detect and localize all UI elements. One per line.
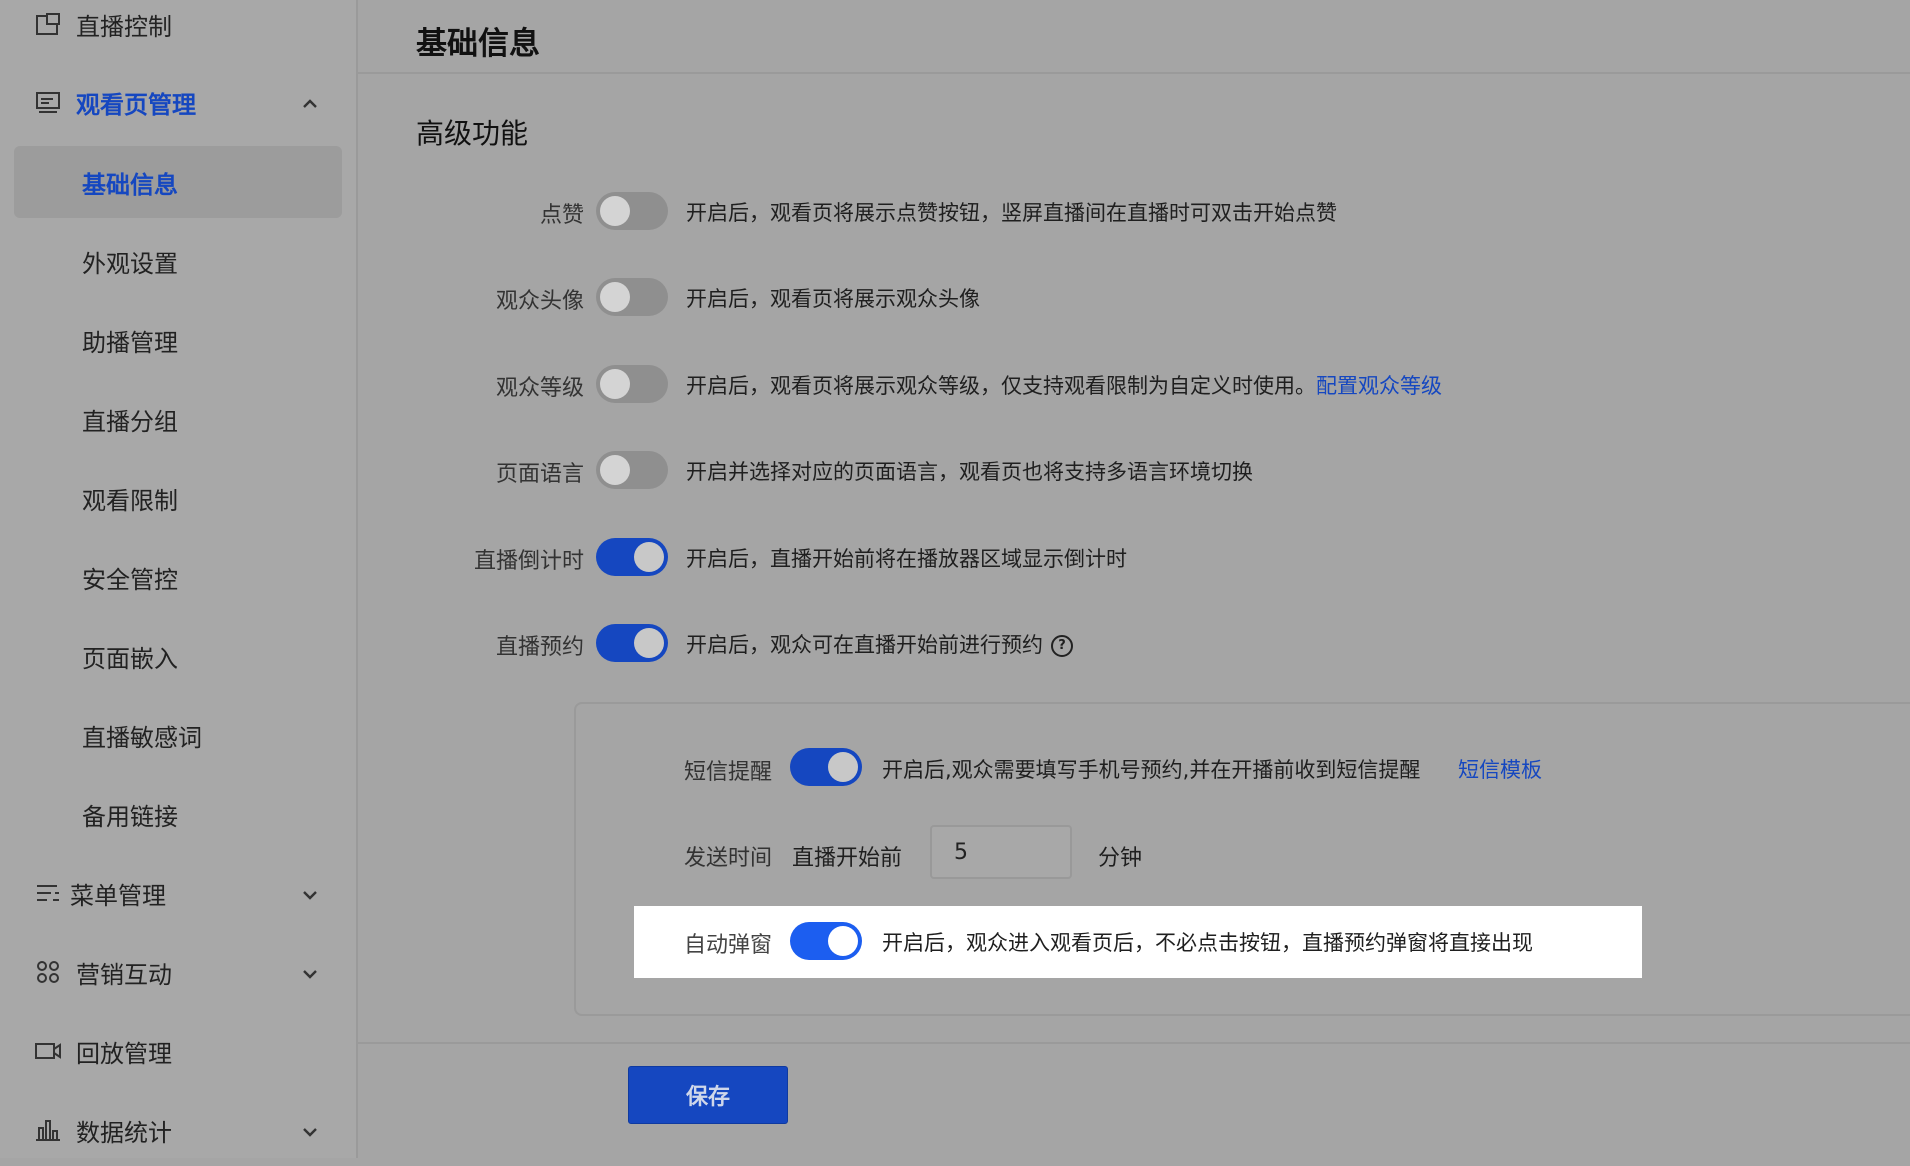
feature-label-box: 页面语言 <box>358 448 584 492</box>
footer-bar: 保存 <box>358 1042 1910 1160</box>
toggle-knob <box>634 628 664 658</box>
feature-label-box: 直播倒计时 <box>358 535 584 579</box>
send-time-input[interactable]: 5 <box>930 825 1072 879</box>
chevron-down-icon[interactable] <box>300 962 320 982</box>
sidebar-sub-item-label: 备用链接 <box>82 802 178 831</box>
marketing-grid-icon <box>32 956 64 988</box>
sidebar-sub-item-sensitive-words[interactable]: 直播敏感词 <box>14 699 342 771</box>
sidebar-item-live-control[interactable]: 直播控制 <box>0 0 356 60</box>
send-time-prefix: 直播开始前 <box>792 846 903 871</box>
page-header: 基础信息 <box>358 0 1910 74</box>
like-toggle[interactable] <box>596 192 668 230</box>
feature-label: 点赞 <box>539 203 584 228</box>
toggle-knob <box>600 455 630 485</box>
auto-popup-label: 自动弹窗 <box>684 933 773 958</box>
chevron-down-icon[interactable] <box>300 1120 320 1140</box>
feature-label-box: 观众头像 <box>358 275 584 319</box>
sidebar-sub-item-label: 外观设置 <box>82 249 178 278</box>
feature-label-box: 观众等级 <box>358 362 584 406</box>
main-content: 基础信息 高级功能 点赞 开启后，观看页将展示点赞按钮，竖屏直播间在直播时可双击… <box>358 0 1910 1160</box>
sms-reminder-description: 开启后,观众需要填写手机号预约,并在开播前收到短信提醒 <box>882 758 1421 782</box>
configure-level-link[interactable]: 配置观众等级 <box>1316 374 1442 398</box>
countdown-toggle[interactable] <box>596 538 668 576</box>
page-language-toggle[interactable] <box>596 451 668 489</box>
sidebar-item-statistics[interactable]: 数据统计 <box>0 1094 356 1166</box>
feature-description: 开启后，观众可在直播开始前进行预约? <box>686 629 1073 659</box>
sidebar-sub-item-basic-info[interactable]: 基础信息 <box>14 146 342 218</box>
feature-label: 观众等级 <box>495 376 584 401</box>
watch-page-icon <box>32 86 64 118</box>
toggle-knob <box>634 542 664 572</box>
toggle-knob <box>600 369 630 399</box>
sms-reminder-label: 短信提醒 <box>684 760 773 785</box>
sidebar-item-label: 营销互动 <box>76 960 172 989</box>
sidebar-item-watch-page[interactable]: 观看页管理 <box>0 66 356 138</box>
toggle-knob <box>828 926 858 956</box>
chevron-down-icon[interactable] <box>300 883 320 903</box>
sidebar-sub-item-label: 直播敏感词 <box>82 723 202 752</box>
sms-template-link[interactable]: 短信模板 <box>1458 754 1542 784</box>
sms-reminder-toggle[interactable] <box>790 748 862 786</box>
feature-description-text: 开启后，观众可在直播开始前进行预约 <box>686 633 1043 657</box>
bar-chart-icon <box>32 1114 64 1146</box>
toggle-knob <box>600 196 630 226</box>
auto-popup-toggle[interactable] <box>790 922 862 960</box>
feature-label-box: 直播预约 <box>358 621 584 665</box>
feature-label-box: 点赞 <box>358 189 584 233</box>
sidebar-sub-item-label: 安全管控 <box>82 565 178 594</box>
sidebar-item-label: 数据统计 <box>76 1118 172 1147</box>
sidebar-sub-item-label: 基础信息 <box>82 170 178 199</box>
sidebar-sub-item-appearance[interactable]: 外观设置 <box>14 225 342 297</box>
sidebar-sub-item-security[interactable]: 安全管控 <box>14 541 342 613</box>
feature-description: 开启后，观看页将展示观众头像 <box>686 287 980 311</box>
sidebar-sub-item-watch-limit[interactable]: 观看限制 <box>14 462 342 534</box>
toggle-knob <box>600 282 630 312</box>
sidebar-sub-item-groups[interactable]: 直播分组 <box>14 383 342 455</box>
sidebar-sub-item-label: 观看限制 <box>82 486 178 515</box>
feature-description: 开启后，直播开始前将在播放器区域显示倒计时 <box>686 547 1127 571</box>
sidebar-item-label: 回放管理 <box>76 1039 172 1068</box>
auto-popup-description: 开启后，观众进入观看页后，不必点击按钮，直播预约弹窗将直接出现 <box>882 931 1533 955</box>
feature-description: 开启并选择对应的页面语言，观看页也将支持多语言环境切换 <box>686 460 1253 484</box>
send-time-value: 5 <box>954 839 968 865</box>
feature-label: 页面语言 <box>495 462 584 487</box>
sidebar-item-replay[interactable]: 回放管理 <box>0 1015 356 1087</box>
feature-label: 直播预约 <box>495 635 584 660</box>
feature-label: 直播倒计时 <box>473 549 584 574</box>
sidebar: 直播控制 观看页管理 基础信息 外观设置 助播管理 直播分组 观看限制 安全管控… <box>0 0 358 1158</box>
chevron-up-icon[interactable] <box>300 92 320 112</box>
broadcast-control-icon <box>32 8 64 40</box>
feature-description: 开启后，观看页将展示点赞按钮，竖屏直播间在直播时可双击开始点赞 <box>686 201 1337 225</box>
replay-video-icon <box>32 1035 64 1067</box>
sidebar-item-label: 菜单管理 <box>70 881 166 910</box>
sidebar-sub-item-backup-link[interactable]: 备用链接 <box>14 778 342 850</box>
send-time-unit: 分钟 <box>1098 846 1143 871</box>
sidebar-sub-item-assistant[interactable]: 助播管理 <box>14 304 342 376</box>
sidebar-item-label: 直播控制 <box>76 12 172 41</box>
feature-description: 开启后，观看页将展示观众等级，仅支持观看限制为自定义时使用。配置观众等级 <box>686 370 1442 400</box>
reservation-toggle[interactable] <box>596 624 668 662</box>
feature-label: 观众头像 <box>495 289 584 314</box>
sidebar-sub-item-embed[interactable]: 页面嵌入 <box>14 620 342 692</box>
avatar-toggle[interactable] <box>596 278 668 316</box>
section-title: 高级功能 <box>416 117 529 150</box>
sidebar-item-marketing[interactable]: 营销互动 <box>0 936 356 1008</box>
send-time-label: 发送时间 <box>684 846 773 871</box>
sidebar-item-menu[interactable]: 菜单管理 <box>0 857 356 929</box>
feature-description-text: 开启后，观看页将展示观众等级，仅支持观看限制为自定义时使用。 <box>686 374 1316 398</box>
sidebar-sub-item-label: 助播管理 <box>82 328 178 357</box>
help-icon[interactable]: ? <box>1051 635 1073 657</box>
save-button[interactable]: 保存 <box>628 1066 788 1124</box>
page-title: 基础信息 <box>416 26 540 62</box>
sidebar-sub-item-label: 页面嵌入 <box>82 644 178 673</box>
toggle-knob <box>828 752 858 782</box>
audience-level-toggle[interactable] <box>596 365 668 403</box>
sidebar-item-label: 观看页管理 <box>76 90 196 119</box>
sidebar-sub-item-label: 直播分组 <box>82 407 178 436</box>
menu-list-icon <box>32 877 64 909</box>
